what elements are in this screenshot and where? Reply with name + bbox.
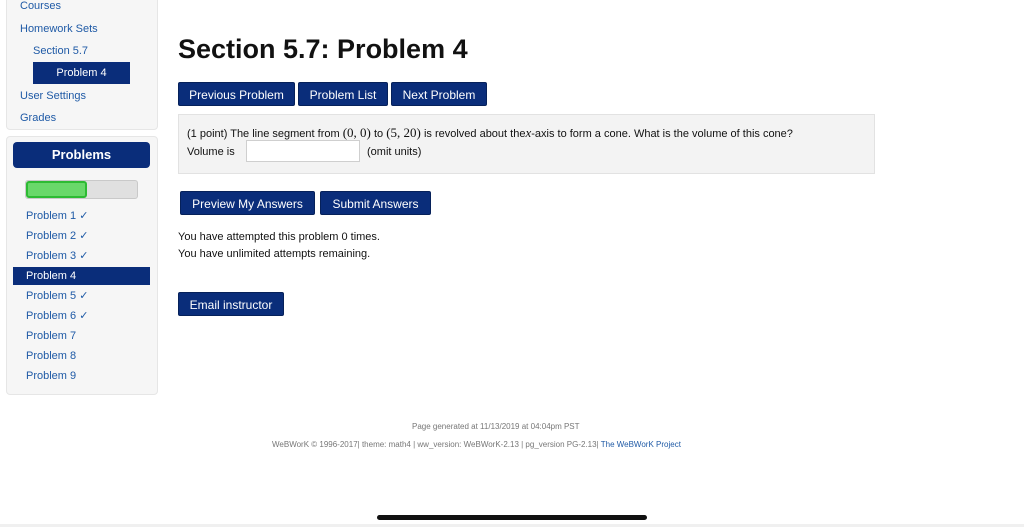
problem-list-button[interactable]: Problem List [298, 82, 388, 106]
problem-list-item[interactable]: Problem 3 ✓ [26, 247, 88, 265]
problem-points: (1 point) [187, 128, 228, 140]
problem-list-item[interactable]: Problem 8 [26, 347, 76, 365]
volume-answer-input[interactable] [246, 140, 360, 162]
footer-generated-time: Page generated at 11/13/2019 at 04:04pm … [412, 422, 580, 431]
progress-bar [25, 180, 138, 199]
problem-text-segment: The line segment from [230, 128, 340, 140]
nav-link-user-settings[interactable]: User Settings [20, 90, 86, 102]
answer-label: Volume is [187, 146, 235, 158]
problem-text-segment: -axis to form a cone. What is the volume… [531, 128, 793, 140]
nav-link-current-problem[interactable]: Problem 4 [33, 62, 130, 84]
progress-bar-fill [26, 181, 87, 198]
footer-project-link[interactable]: The WeBWorK Project [601, 440, 681, 449]
problem-math-point-end: (5, 20) [386, 125, 421, 140]
problem-box: (1 point) The line segment from (0, 0) t… [178, 114, 875, 174]
nav-link-homework-sets[interactable]: Homework Sets [20, 23, 98, 35]
preview-answers-button[interactable]: Preview My Answers [180, 191, 315, 215]
footer-version-text: WeBWorK © 1996-2017| theme: math4 | ww_v… [272, 440, 599, 449]
attempts-remaining-text: You have unlimited attempts remaining. [178, 248, 371, 260]
problem-list-item[interactable]: Problem 5 ✓ [26, 287, 88, 305]
problem-text-segment: to [373, 128, 384, 140]
nav-link-section[interactable]: Section 5.7 [33, 45, 88, 57]
next-problem-button[interactable]: Next Problem [391, 82, 487, 106]
problem-statement: (1 point) The line segment from (0, 0) t… [187, 125, 793, 141]
problem-text-segment: is revolved about the [423, 128, 526, 140]
nav-link-grades[interactable]: Grades [20, 112, 56, 124]
answer-units-hint: (omit units) [367, 146, 422, 158]
page-title: Section 5.7: Problem 4 [178, 34, 468, 64]
previous-problem-button[interactable]: Previous Problem [178, 82, 295, 106]
problem-list-item[interactable]: Problem 1 ✓ [26, 207, 88, 225]
nav-link-courses[interactable]: Courses [20, 0, 61, 12]
problem-math-point-start: (0, 0) [342, 125, 371, 140]
problem-list-item[interactable]: Problem 2 ✓ [26, 227, 88, 245]
submit-answers-button[interactable]: Submit Answers [320, 191, 431, 215]
attempts-count-text: You have attempted this problem 0 times. [178, 231, 380, 243]
email-instructor-button[interactable]: Email instructor [178, 292, 284, 316]
problem-list-item[interactable]: Problem 6 ✓ [26, 307, 88, 325]
footer-version-info: WeBWorK © 1996-2017| theme: math4 | ww_v… [272, 440, 681, 449]
problem-list-item[interactable]: Problem 7 [26, 327, 76, 345]
problem-list-item[interactable]: Problem 4 [13, 267, 150, 285]
problems-header: Problems [13, 142, 150, 168]
problem-list-item[interactable]: Problem 9 [26, 367, 76, 385]
home-indicator[interactable] [377, 515, 647, 520]
